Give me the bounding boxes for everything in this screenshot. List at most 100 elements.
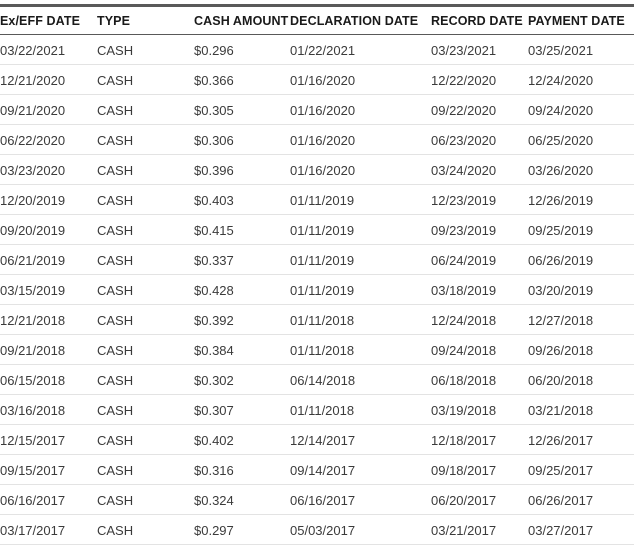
- cell-record_date: 06/18/2018: [431, 372, 497, 388]
- cell-payment_date: 12/27/2018: [528, 312, 594, 328]
- cell-ex_eff_date: 06/21/2019: [0, 252, 66, 268]
- cell-ex_eff_date: 09/15/2017: [0, 462, 66, 478]
- cell-payment_date: 06/26/2019: [528, 252, 594, 268]
- cell-declaration_date: 01/11/2018: [290, 342, 355, 358]
- cell-type: CASH: [97, 72, 134, 88]
- cell-cash_amount: $0.366: [194, 72, 234, 88]
- cell-declaration_date: 01/16/2020: [290, 72, 356, 88]
- cell-ex_eff_date: 09/20/2019: [0, 222, 66, 238]
- table-row: 03/22/2021 CASH $0.296 01/22/2021 03/23/2021…: [0, 35, 634, 65]
- cell-type: CASH: [97, 282, 134, 298]
- cell-cash_amount: $0.403: [194, 192, 234, 208]
- cell-payment_date: 06/26/2017: [528, 492, 594, 508]
- cell-ex_eff_date: 03/16/2018: [0, 402, 66, 418]
- cell-cash_amount: $0.307: [194, 402, 234, 418]
- cell-record_date: 06/24/2019: [431, 252, 497, 268]
- cell-cash_amount: $0.384: [194, 342, 234, 358]
- column-payment-date[interactable]: PAYMENT DATE: [528, 6, 634, 35]
- cell-record_date: 12/22/2020: [431, 72, 497, 88]
- cell-type: CASH: [97, 372, 134, 388]
- cell-payment_date: 03/20/2019: [528, 282, 594, 298]
- cell-cash_amount: $0.392: [194, 312, 234, 328]
- cell-declaration_date: 09/14/2017: [290, 462, 356, 478]
- table-row: 09/21/2018 CASH $0.384 01/11/2018 09/24/2018…: [0, 335, 634, 365]
- cell-cash_amount: $0.305: [194, 102, 234, 118]
- cell-record_date: 09/18/2017: [431, 462, 497, 478]
- cell-payment_date: 12/26/2017: [528, 432, 594, 448]
- cell-ex_eff_date: 03/17/2017: [0, 522, 66, 538]
- table-row: 12/20/2019 CASH $0.403 01/11/2019 12/23/2019…: [0, 185, 634, 215]
- column-cash-amount[interactable]: CASH AMOUNT: [194, 6, 290, 35]
- table-row: 09/15/2017 CASH $0.316 09/14/2017 09/18/2017…: [0, 455, 634, 485]
- column-declaration-date[interactable]: DECLARATION DATE: [290, 6, 431, 35]
- cell-type: CASH: [97, 222, 134, 238]
- cell-declaration_date: 06/14/2018: [290, 372, 356, 388]
- cell-declaration_date: 01/11/2019: [290, 282, 355, 298]
- cell-declaration_date: 05/03/2017: [290, 522, 356, 538]
- column-ex-eff-date[interactable]: Ex/EFF DATE: [0, 6, 97, 35]
- cell-payment_date: 09/25/2017: [528, 462, 594, 478]
- cell-ex_eff_date: 12/21/2018: [0, 312, 66, 328]
- cell-payment_date: 09/24/2020: [528, 102, 594, 118]
- cell-record_date: 03/19/2018: [431, 402, 497, 418]
- cell-cash_amount: $0.297: [194, 522, 234, 538]
- table-body: 03/22/2021 CASH $0.296 01/22/2021 03/23/2021…: [0, 35, 634, 545]
- cell-record_date: 09/24/2018: [431, 342, 497, 358]
- cell-ex_eff_date: 03/15/2019: [0, 282, 66, 298]
- cell-cash_amount: $0.316: [194, 462, 234, 478]
- cell-record_date: 06/23/2020: [431, 132, 497, 148]
- cell-type: CASH: [97, 252, 134, 268]
- cell-cash_amount: $0.337: [194, 252, 234, 268]
- cell-type: CASH: [97, 492, 134, 508]
- cell-declaration_date: 01/11/2018: [290, 312, 355, 328]
- cell-record_date: 06/20/2017: [431, 492, 497, 508]
- table-row: 06/22/2020 CASH $0.306 01/16/2020 06/23/2020…: [0, 125, 634, 155]
- cell-declaration_date: 01/16/2020: [290, 102, 356, 118]
- table-row: 12/21/2020 CASH $0.366 01/16/2020 12/22/2020…: [0, 65, 634, 95]
- cell-ex_eff_date: 06/15/2018: [0, 372, 66, 388]
- cell-payment_date: 03/27/2017: [528, 522, 594, 538]
- cell-payment_date: 12/26/2019: [528, 192, 594, 208]
- cell-payment_date: 03/21/2018: [528, 402, 594, 418]
- table-header-row: Ex/EFF DATE TYPE CASH AMOUNT DECLARATION DA…: [0, 5, 634, 35]
- table-row: 09/20/2019 CASH $0.415 01/11/2019 09/23/2019…: [0, 215, 634, 245]
- cell-type: CASH: [97, 162, 134, 178]
- table-row: 03/15/2019 CASH $0.428 01/11/2019 03/18/2019…: [0, 275, 634, 305]
- cell-cash_amount: $0.296: [194, 42, 234, 58]
- cell-record_date: 03/24/2020: [431, 162, 497, 178]
- table-row: 06/15/2018 CASH $0.302 06/14/2018 06/18/2018…: [0, 365, 634, 395]
- cell-ex_eff_date: 06/16/2017: [0, 492, 66, 508]
- cell-declaration_date: 01/16/2020: [290, 162, 356, 178]
- table-row: 12/21/2018 CASH $0.392 01/11/2018 12/24/2018…: [0, 305, 634, 335]
- column-record-date[interactable]: RECORD DATE: [431, 6, 528, 35]
- cell-record_date: 09/23/2019: [431, 222, 497, 238]
- cell-ex_eff_date: 09/21/2020: [0, 102, 66, 118]
- cell-payment_date: 03/26/2020: [528, 162, 594, 178]
- cell-declaration_date: 12/14/2017: [290, 432, 356, 448]
- cell-declaration_date: 06/16/2017: [290, 492, 356, 508]
- cell-type: CASH: [97, 42, 134, 58]
- cell-payment_date: 09/25/2019: [528, 222, 594, 238]
- cell-record_date: 03/21/2017: [431, 522, 497, 538]
- cell-record_date: 03/23/2021: [431, 42, 497, 58]
- cell-declaration_date: 01/11/2019: [290, 192, 355, 208]
- cell-ex_eff_date: 09/21/2018: [0, 342, 66, 358]
- table-row: 06/21/2019 CASH $0.337 01/11/2019 06/24/2019…: [0, 245, 634, 275]
- cell-payment_date: 03/25/2021: [528, 42, 594, 58]
- cell-cash_amount: $0.402: [194, 432, 234, 448]
- table-row: 06/16/2017 CASH $0.324 06/16/2017 06/20/2017…: [0, 485, 634, 515]
- cell-cash_amount: $0.415: [194, 222, 234, 238]
- cell-record_date: 12/18/2017: [431, 432, 497, 448]
- cell-cash_amount: $0.302: [194, 372, 234, 388]
- cell-type: CASH: [97, 132, 134, 148]
- cell-cash_amount: $0.396: [194, 162, 234, 178]
- cell-record_date: 12/24/2018: [431, 312, 497, 328]
- table-row: 09/21/2020 CASH $0.305 01/16/2020 09/22/2020…: [0, 95, 634, 125]
- cell-ex_eff_date: 06/22/2020: [0, 132, 66, 148]
- dividend-history-table: Ex/EFF DATE TYPE CASH AMOUNT DECLARATION DA…: [0, 4, 634, 545]
- cell-declaration_date: 01/11/2019: [290, 252, 355, 268]
- cell-ex_eff_date: 03/22/2021: [0, 42, 66, 58]
- cell-type: CASH: [97, 192, 134, 208]
- table-header: Ex/EFF DATE TYPE CASH AMOUNT DECLARATION DA…: [0, 5, 634, 35]
- column-type[interactable]: TYPE: [97, 6, 194, 35]
